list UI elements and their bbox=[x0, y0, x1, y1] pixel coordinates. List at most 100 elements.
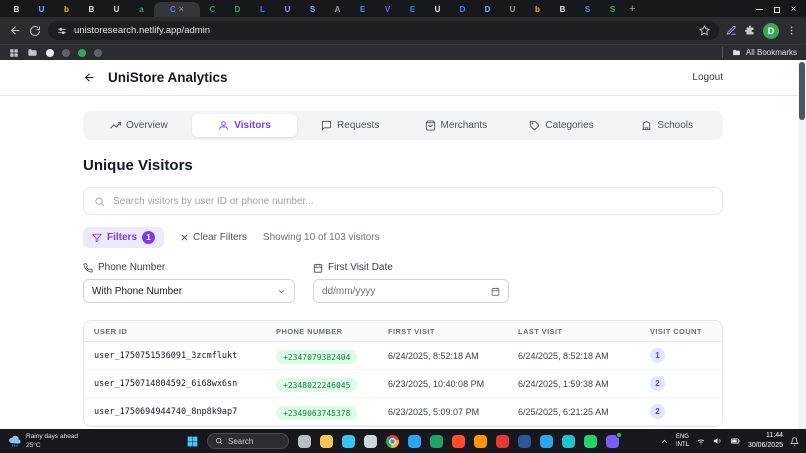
window-maximize-button[interactable] bbox=[768, 2, 785, 17]
tab-requests[interactable]: Requests bbox=[297, 114, 403, 137]
tab-categories[interactable]: Categories bbox=[509, 114, 615, 137]
app-notification-badge bbox=[616, 432, 622, 438]
url-text[interactable]: unistoresearch.netlify.app/admin bbox=[74, 25, 692, 36]
phone-filter-select[interactable]: With Phone Number bbox=[83, 279, 295, 303]
tab-visitors[interactable]: Visitors bbox=[192, 114, 298, 137]
filters-button[interactable]: Filters 1 bbox=[83, 227, 164, 248]
browser-tab[interactable]: B bbox=[4, 2, 29, 17]
phone-filter-value: With Phone Number bbox=[92, 286, 182, 297]
browser-tab[interactable]: B bbox=[79, 2, 104, 17]
bookmark-favicon[interactable] bbox=[46, 49, 54, 57]
table-row[interactable]: user_1750694944740_8np8k9ap7 +2349063745… bbox=[84, 398, 722, 426]
tab-label: Visitors bbox=[234, 120, 271, 131]
battery-icon[interactable] bbox=[730, 436, 741, 446]
browser-tab[interactable]: E bbox=[400, 2, 425, 17]
taskbar-app-excel[interactable] bbox=[429, 434, 444, 449]
logout-button[interactable]: Logout bbox=[692, 72, 723, 83]
bookmark-favicon[interactable] bbox=[94, 49, 102, 57]
browser-tab[interactable]: b bbox=[54, 2, 79, 17]
back-icon[interactable] bbox=[9, 24, 22, 37]
date-picker-icon[interactable] bbox=[491, 287, 500, 296]
taskbar-app-opera[interactable] bbox=[451, 434, 466, 449]
browser-tab[interactable]: V bbox=[375, 2, 400, 17]
taskbar-app-wps[interactable] bbox=[495, 434, 510, 449]
tab-close-icon[interactable]: × bbox=[179, 5, 184, 14]
language-indicator[interactable]: ENG INTL bbox=[676, 433, 689, 449]
cell-last-visit: 6/24/2025, 1:59:38 AM bbox=[518, 379, 650, 389]
volume-icon[interactable] bbox=[713, 436, 723, 446]
browser-tab[interactable]: D bbox=[475, 2, 500, 17]
taskbar-app-obs[interactable] bbox=[561, 434, 576, 449]
date-filter-input[interactable]: dd/mm/yyyy bbox=[313, 279, 509, 303]
start-button[interactable] bbox=[186, 435, 199, 448]
browser-tab[interactable]: S bbox=[575, 2, 600, 17]
bookmark-favicon[interactable] bbox=[62, 49, 70, 57]
browser-tab[interactable]: U bbox=[425, 2, 450, 17]
taskbar-app-firefox[interactable] bbox=[473, 434, 488, 449]
new-tab-button[interactable]: + bbox=[629, 3, 635, 15]
browser-tab[interactable]: S bbox=[300, 2, 325, 17]
taskbar-app-telegram[interactable] bbox=[539, 434, 554, 449]
tab-overview[interactable]: Overview bbox=[86, 114, 192, 137]
browser-tab[interactable]: D bbox=[225, 2, 250, 17]
taskbar-app-settings[interactable] bbox=[363, 434, 378, 449]
page-back-icon[interactable] bbox=[83, 71, 96, 84]
window-close-button[interactable]: × bbox=[785, 2, 802, 17]
profile-avatar[interactable]: D bbox=[763, 23, 779, 39]
taskbar-app-vscode[interactable] bbox=[407, 434, 422, 449]
browser-tab[interactable]: S bbox=[600, 2, 625, 17]
window-minimize-button[interactable] bbox=[751, 2, 768, 17]
taskbar-app-chrome[interactable] bbox=[385, 434, 400, 449]
taskbar-search[interactable]: Search bbox=[207, 433, 289, 449]
browser-tab[interactable]: C × bbox=[154, 2, 200, 17]
address-bar[interactable]: unistoresearch.netlify.app/admin bbox=[48, 21, 719, 40]
reload-icon[interactable] bbox=[29, 25, 41, 37]
apps-grid-icon[interactable] bbox=[9, 48, 19, 58]
phone-badge: +2347079382404 bbox=[276, 350, 357, 364]
browser-tab[interactable]: a bbox=[129, 2, 154, 17]
browser-tab[interactable]: U bbox=[500, 2, 525, 17]
tab-schools[interactable]: Schools bbox=[614, 114, 720, 137]
browser-tab[interactable]: U bbox=[29, 2, 54, 17]
taskbar-clock[interactable]: 11:44 30/06/2025 bbox=[748, 431, 783, 451]
browser-tab[interactable]: B bbox=[550, 2, 575, 17]
taskbar-app-whatsapp[interactable] bbox=[583, 434, 598, 449]
taskbar-app-word[interactable] bbox=[517, 434, 532, 449]
taskbar-app-discord[interactable] bbox=[605, 434, 620, 449]
wifi-icon[interactable] bbox=[696, 436, 706, 446]
tab-favicon: A bbox=[335, 6, 341, 14]
taskbar-weather-widget[interactable]: Rainy days ahead 25°C bbox=[0, 429, 86, 453]
phone-filter-label: Phone Number bbox=[83, 262, 295, 273]
weather-title: Rainy days ahead bbox=[26, 432, 78, 441]
table-row[interactable]: user_1750751536091_3zcmflukt +2347079382… bbox=[84, 342, 722, 370]
browser-tab[interactable]: L bbox=[250, 2, 275, 17]
page-scrollbar[interactable] bbox=[798, 60, 806, 429]
bookmark-favicon[interactable] bbox=[78, 49, 86, 57]
bookmark-folder-icon[interactable] bbox=[27, 47, 38, 58]
browser-tab[interactable]: U bbox=[275, 2, 300, 17]
taskbar-app-copilot[interactable] bbox=[297, 434, 312, 449]
notifications-bell-icon[interactable] bbox=[790, 437, 799, 446]
table-row[interactable]: user_1750714804592_6i68wx6sn +2348022246… bbox=[84, 370, 722, 398]
all-bookmarks-button[interactable]: All Bookmarks bbox=[722, 47, 797, 58]
site-settings-icon[interactable] bbox=[57, 26, 67, 36]
taskbar-app-file-explorer[interactable] bbox=[319, 434, 334, 449]
browser-tab[interactable]: C bbox=[200, 2, 225, 17]
browser-tab[interactable]: A bbox=[325, 2, 350, 17]
scrollbar-thumb[interactable] bbox=[799, 62, 805, 120]
browser-tab[interactable]: b bbox=[525, 2, 550, 17]
extensions-puzzle-icon[interactable] bbox=[744, 25, 756, 37]
browser-menu-icon[interactable] bbox=[786, 25, 797, 36]
bookmark-star-icon[interactable] bbox=[699, 25, 710, 36]
browser-tab[interactable]: E bbox=[350, 2, 375, 17]
taskbar-app-edge[interactable] bbox=[341, 434, 356, 449]
browser-tab[interactable]: D bbox=[450, 2, 475, 17]
tab-favicon: C bbox=[170, 6, 176, 14]
clear-filters-button[interactable]: Clear Filters bbox=[180, 232, 247, 243]
app-icon-glyph bbox=[298, 435, 311, 448]
search-input[interactable] bbox=[113, 196, 712, 207]
browser-tab[interactable]: U bbox=[104, 2, 129, 17]
extension-pen-icon[interactable] bbox=[726, 25, 737, 36]
tray-chevron-up-icon[interactable] bbox=[660, 437, 669, 446]
tab-merchants[interactable]: Merchants bbox=[403, 114, 509, 137]
